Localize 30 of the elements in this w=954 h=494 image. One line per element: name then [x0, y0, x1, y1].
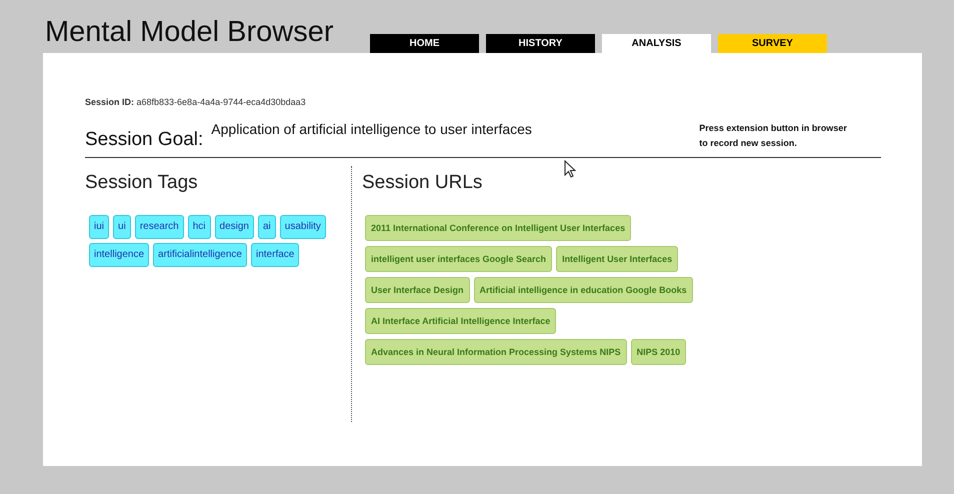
url-chip[interactable]: Intelligent User Interfaces: [556, 246, 678, 272]
tag-chip[interactable]: usability: [280, 215, 326, 239]
tag-chip[interactable]: ui: [113, 215, 131, 239]
tag-chip[interactable]: interface: [250, 243, 300, 267]
tag-chip[interactable]: ai: [258, 215, 276, 239]
hint-text: Press extension button in browser to record new session.: [699, 122, 848, 150]
tag-chip[interactable]: design: [214, 215, 254, 239]
url-chip[interactable]: 2011 International Conference on Intelligent User Interfaces: [365, 215, 632, 241]
session-id: Session ID: a68fb833-6e8a-4a4a-9744-eca4d30bdaa3: [85, 97, 307, 107]
url-chip[interactable]: AI Interface Artificial Intelligence Interface: [365, 308, 556, 334]
tags-heading: Session Tags: [85, 172, 199, 194]
app-title: Mental Model Browser: [45, 18, 334, 47]
mouse-cursor-icon: [564, 160, 576, 178]
url-chip[interactable]: Advances in Neural Information Processing Systems NIPS: [365, 339, 627, 365]
tag-chip[interactable]: intelligence: [89, 243, 150, 267]
url-chip[interactable]: User Interface Design: [365, 277, 470, 303]
tag-chip[interactable]: artificialintelligence: [153, 243, 247, 267]
urls-heading: Session URLs: [362, 172, 484, 194]
tag-chip[interactable]: hci: [188, 215, 211, 239]
tag-chip[interactable]: research: [134, 215, 184, 239]
nav-tab[interactable]: ANALYSIS: [602, 34, 711, 53]
nav-tab[interactable]: SURVEY: [718, 34, 827, 53]
tag-chip[interactable]: iui: [89, 215, 110, 239]
nav-tab[interactable]: HOME: [370, 34, 479, 53]
url-chip[interactable]: NIPS 2010: [630, 339, 686, 365]
goal-text: Application of artificial intelligence to user interfaces: [211, 121, 533, 137]
url-chip[interactable]: Artificial intelligence in education Google Books: [474, 277, 693, 303]
goal-label: Session Goal:: [85, 129, 204, 151]
nav-tab[interactable]: HISTORY: [486, 34, 595, 53]
url-chip[interactable]: intelligent user interfaces Google Search: [365, 246, 552, 272]
